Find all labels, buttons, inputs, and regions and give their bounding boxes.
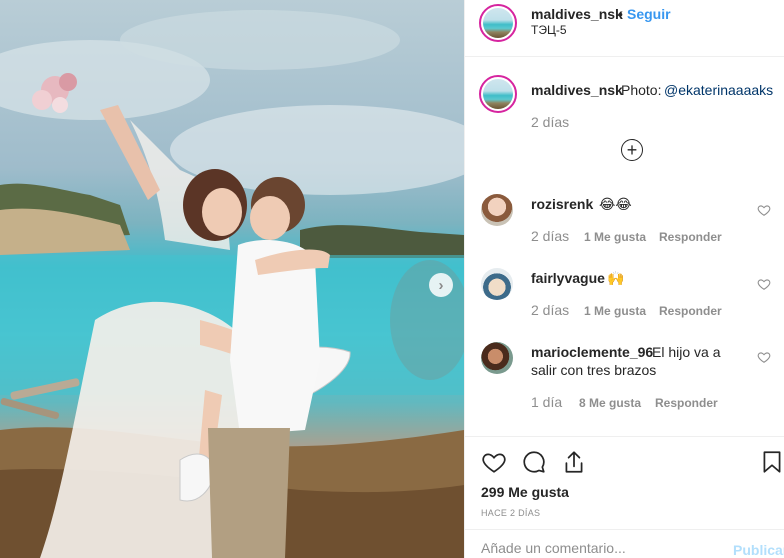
- comment-username[interactable]: rozisrenk: [531, 196, 593, 212]
- post-sidebar: maldives_nsk • Seguir ТЭЦ-5 maldives_nsk…: [464, 0, 784, 558]
- author-username[interactable]: maldives_nsk: [531, 6, 623, 22]
- comment-username[interactable]: marioclemente_96: [531, 344, 653, 360]
- post-photo[interactable]: ›: [0, 0, 464, 558]
- caption-username[interactable]: maldives_nsk: [531, 82, 623, 98]
- comment-box: Publicar: [465, 529, 784, 558]
- comment-text: El hijo va a: [652, 344, 721, 360]
- comment-text: 😂😂: [599, 196, 632, 212]
- publish-button[interactable]: Publicar: [733, 542, 784, 558]
- comment-icon[interactable]: [521, 449, 547, 475]
- bookmark-icon[interactable]: [759, 449, 784, 475]
- heart-icon[interactable]: [757, 350, 771, 364]
- heart-icon[interactable]: [757, 277, 771, 291]
- caption-avatar-image: [483, 79, 513, 109]
- likes-count[interactable]: 299 Me gusta: [481, 484, 569, 500]
- caption-avatar[interactable]: [479, 75, 517, 113]
- post-header: maldives_nsk • Seguir ТЭЦ-5: [465, 0, 784, 57]
- post-actions: 299 Me gusta HACE 2 DÍAS Publicar: [465, 436, 784, 558]
- comment-input[interactable]: [481, 540, 711, 556]
- plus-circle-icon: +: [626, 140, 638, 160]
- post-timestamp[interactable]: HACE 2 DÍAS: [481, 508, 540, 518]
- header-separator: •: [618, 6, 623, 22]
- comment-meta: 2 días 1 Me gusta Responder: [531, 302, 771, 320]
- commenter-avatar[interactable]: [481, 342, 513, 374]
- author-avatar[interactable]: [479, 4, 517, 42]
- comment-time[interactable]: 1 día: [531, 394, 562, 410]
- follow-button[interactable]: Seguir: [627, 6, 671, 22]
- share-icon[interactable]: [561, 449, 587, 475]
- reply-button[interactable]: Responder: [659, 230, 722, 244]
- comment-text: 🙌: [607, 270, 625, 286]
- comment-text-continued: salir con tres brazos: [531, 362, 657, 378]
- photo-illustration: [0, 10, 464, 558]
- comment-likes[interactable]: 8 Me gusta: [579, 396, 641, 410]
- commenter-avatar[interactable]: [481, 194, 513, 226]
- next-photo-button[interactable]: ›: [429, 273, 453, 297]
- comment-time[interactable]: 2 días: [531, 228, 569, 244]
- post-location[interactable]: ТЭЦ-5: [531, 23, 567, 37]
- comment-username[interactable]: fairlyvague: [531, 270, 605, 286]
- heart-icon[interactable]: [757, 203, 771, 217]
- caption-mention[interactable]: @ekaterinaaaaks: [664, 82, 773, 98]
- load-more-comments-button[interactable]: +: [621, 139, 643, 161]
- heart-icon[interactable]: [481, 449, 507, 475]
- commenter-avatar[interactable]: [481, 268, 513, 300]
- caption-text: Photo:: [621, 82, 662, 98]
- comment-likes[interactable]: 1 Me gusta: [584, 304, 646, 318]
- comment-likes[interactable]: 1 Me gusta: [584, 230, 646, 244]
- instagram-post: › maldives_nsk • Seguir ТЭЦ-5 maldives_n…: [0, 0, 784, 558]
- comment-meta: 1 día 8 Me gusta Responder: [531, 394, 771, 412]
- reply-button[interactable]: Responder: [659, 304, 722, 318]
- chevron-right-icon: ›: [438, 276, 444, 294]
- comment-meta: 2 días 1 Me gusta Responder: [531, 228, 771, 246]
- caption-time[interactable]: 2 días: [531, 114, 569, 130]
- reply-button[interactable]: Responder: [655, 396, 718, 410]
- comment-time[interactable]: 2 días: [531, 302, 569, 318]
- author-avatar-image: [483, 8, 513, 38]
